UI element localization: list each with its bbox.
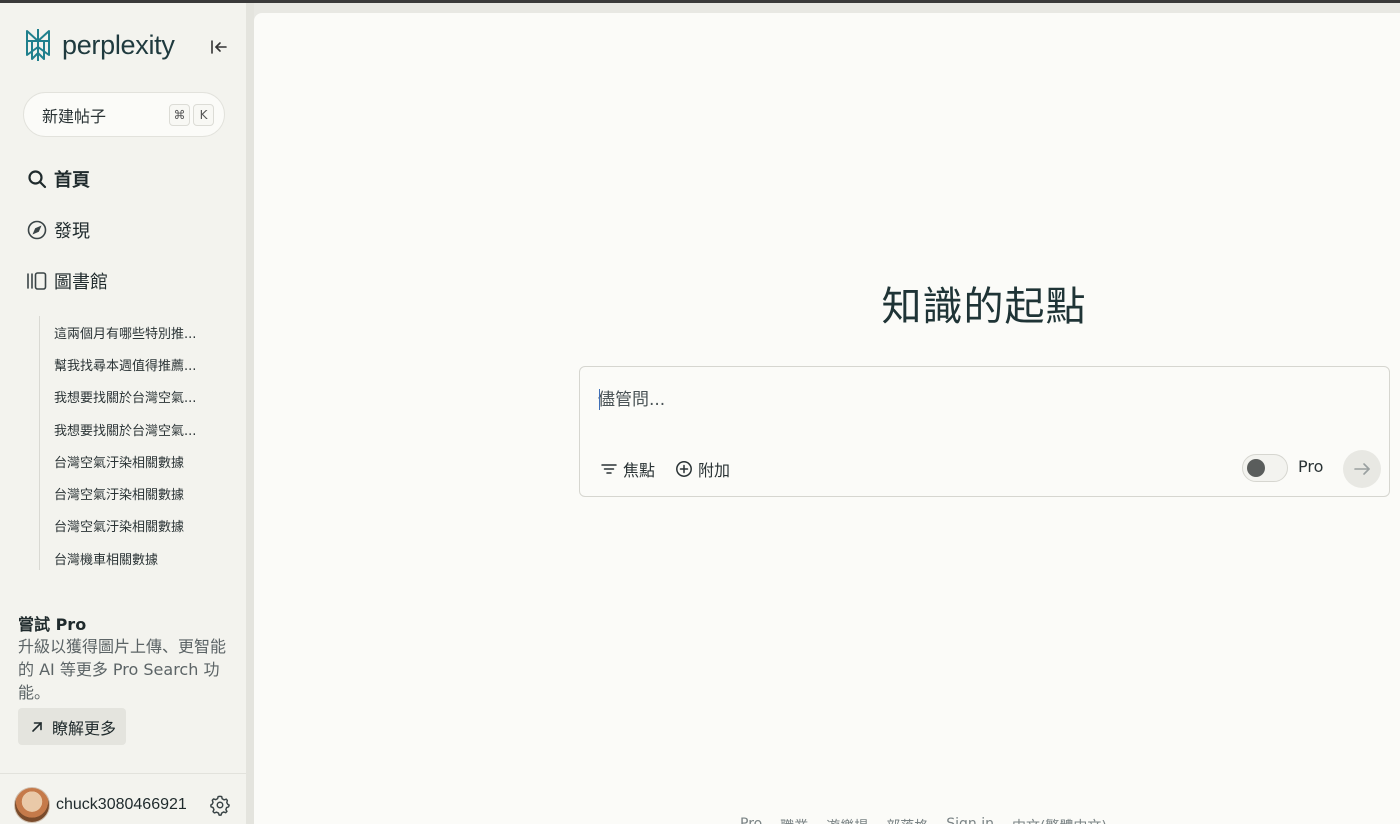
submit-button[interactable] <box>1343 450 1381 488</box>
library-item[interactable]: 台灣機車相關數據 <box>40 542 239 574</box>
nav-home[interactable]: 首頁 <box>26 164 90 194</box>
collapse-sidebar-button[interactable] <box>207 36 231 58</box>
footer-links: Pro 職業 遊樂場 部落格 Sign in 中文(繁體中文) <box>740 816 1107 824</box>
library-item[interactable]: 我想要找關於台灣空氣... <box>40 413 239 445</box>
arrow-up-right-icon <box>32 721 42 732</box>
library-thread-list: 這兩個月有哪些特別推... 幫我找尋本週值得推薦... 我想要找關於台灣空氣..… <box>39 316 239 570</box>
nav-library-label: 圖書館 <box>54 272 108 293</box>
learn-more-button[interactable]: 瞭解更多 <box>18 708 126 745</box>
library-item[interactable]: 台灣空氣汙染相關數據 <box>40 510 239 542</box>
library-item[interactable]: 這兩個月有哪些特別推... <box>40 316 239 348</box>
collapse-icon <box>211 40 227 54</box>
search-icon <box>26 168 48 190</box>
library-item[interactable]: 台灣空氣汙染相關數據 <box>40 445 239 477</box>
new-thread-button[interactable]: 新建帖子 ⌘ K <box>23 92 225 137</box>
focus-label: 焦點 <box>623 461 656 480</box>
footer-link[interactable]: 遊樂場 <box>826 816 868 824</box>
user-profile[interactable]: chuck3080466921 <box>14 787 187 823</box>
username: chuck3080466921 <box>56 796 187 813</box>
compass-icon <box>26 219 48 241</box>
library-item[interactable]: 幫我找尋本週值得推薦... <box>40 348 239 380</box>
pro-toggle-label: Pro <box>1298 457 1324 476</box>
settings-button[interactable] <box>209 794 231 816</box>
sidebar: perplexity 新建帖子 ⌘ K 首頁 發現 圖書館 這兩個月有哪些特別推… <box>0 3 246 824</box>
try-pro-description: 升級以獲得圖片上傳、更智能的 AI 等更多 Pro Search 功能。 <box>18 637 227 702</box>
nav-discover-label: 發現 <box>54 221 90 242</box>
nav-discover[interactable]: 發現 <box>26 215 90 245</box>
gear-icon <box>210 795 230 816</box>
sidebar-resize-handle[interactable] <box>246 3 254 824</box>
footer-link[interactable]: 部落格 <box>886 816 928 824</box>
avatar[interactable] <box>14 787 50 823</box>
shortcut-hint: ⌘ K <box>169 104 214 126</box>
nav-home-label: 首頁 <box>54 170 90 191</box>
focus-button[interactable]: 焦點 <box>600 457 655 481</box>
k-key: K <box>193 104 214 126</box>
arrow-right-icon <box>1354 463 1370 475</box>
ask-input[interactable] <box>598 387 1358 413</box>
page-headline: 知識的起點 <box>881 284 1087 330</box>
plus-circle-icon <box>676 461 692 477</box>
nav-library[interactable]: 圖書館 <box>26 266 108 296</box>
toggle-knob <box>1247 459 1265 477</box>
attach-button[interactable]: 附加 <box>675 457 730 481</box>
command-key: ⌘ <box>169 104 190 126</box>
app-logo[interactable]: perplexity <box>22 27 175 63</box>
filter-icon <box>601 464 617 474</box>
footer-link[interactable]: Sign in <box>946 816 994 824</box>
library-item[interactable]: 台灣空氣汙染相關數據 <box>40 477 239 509</box>
ask-box: 焦點 附加 Pro <box>579 366 1390 497</box>
footer-link[interactable]: 中文(繁體中文) <box>1012 816 1107 824</box>
footer-link[interactable]: 職業 <box>780 816 808 824</box>
app-name: perplexity <box>62 29 175 60</box>
footer-link[interactable]: Pro <box>740 816 762 824</box>
try-pro-title: 嘗試 Pro <box>18 615 87 634</box>
new-thread-label: 新建帖子 <box>42 106 107 126</box>
text-caret <box>599 389 600 410</box>
attach-label: 附加 <box>698 461 731 480</box>
perplexity-logo-icon <box>26 29 50 61</box>
learn-more-label: 瞭解更多 <box>52 718 117 738</box>
library-item[interactable]: 我想要找關於台灣空氣... <box>40 381 239 413</box>
library-icon <box>26 270 48 292</box>
pro-toggle[interactable] <box>1242 454 1288 482</box>
divider <box>0 773 246 774</box>
